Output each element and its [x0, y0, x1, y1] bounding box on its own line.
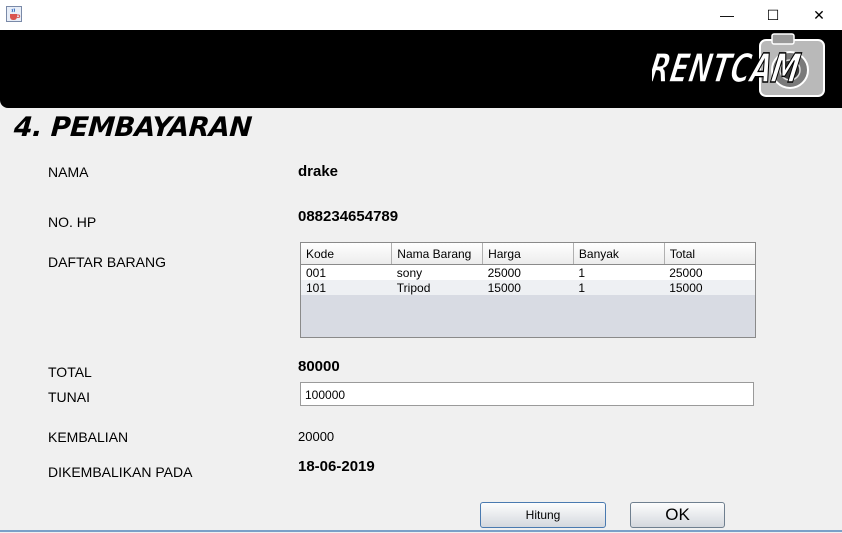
table-header-row: Kode Nama Barang Harga Banyak Total — [301, 243, 755, 265]
table-cell: 1 — [573, 280, 665, 295]
kembalian-label: KEMBALIAN — [48, 429, 129, 445]
column-header-nama-barang[interactable]: Nama Barang — [391, 243, 484, 265]
table-row[interactable]: 101 Tripod 15000 1 15000 — [301, 280, 755, 295]
table-cell: 001 — [301, 264, 392, 280]
column-header-banyak[interactable]: Banyak — [573, 243, 665, 265]
java-cup-icon — [6, 6, 22, 22]
column-header-harga[interactable]: Harga — [482, 243, 574, 265]
dikembalikan-label: DIKEMBALIKAN PADA — [48, 464, 193, 480]
hp-value: 088234654789 — [298, 208, 399, 225]
table-cell: 1 — [573, 264, 665, 280]
table-cell: 25000 — [664, 264, 755, 280]
close-button[interactable]: ✕ — [796, 0, 842, 30]
tunai-input[interactable]: 100000 — [300, 382, 754, 406]
svg-text:RENTCAM: RENTCAM — [652, 45, 804, 92]
table-cell: Tripod — [391, 280, 483, 295]
table-cell: 15000 — [664, 280, 755, 295]
hitung-button[interactable]: Hitung — [480, 502, 606, 528]
items-table[interactable]: Kode Nama Barang Harga Banyak Total 001 … — [300, 242, 756, 338]
minimize-button[interactable]: — — [704, 0, 750, 30]
table-row[interactable]: 001 sony 25000 1 25000 — [301, 264, 755, 280]
nama-value: drake — [298, 163, 339, 180]
header-banner: RENTCAM — [0, 30, 842, 108]
rentcam-logo: RENTCAM — [652, 33, 825, 97]
nama-label: NAMA — [48, 164, 89, 180]
kembalian-value: 20000 — [298, 429, 335, 444]
daftar-barang-label: DAFTAR BARANG — [48, 254, 166, 270]
dikembalikan-value: 18-06-2019 — [298, 458, 375, 475]
title-bar: — ☐ ✕ — [0, 0, 842, 30]
table-cell: 25000 — [482, 264, 574, 280]
page-title: 4. PEMBAYARAN — [12, 112, 253, 143]
window-bottom-border — [0, 530, 842, 532]
maximize-button[interactable]: ☐ — [750, 0, 796, 30]
hp-label: NO. HP — [48, 214, 97, 230]
total-value: 80000 — [298, 358, 340, 375]
total-label: TOTAL — [48, 364, 92, 380]
column-header-total[interactable]: Total — [664, 243, 755, 265]
table-cell: 15000 — [482, 280, 574, 295]
tunai-label: TUNAI — [48, 389, 90, 405]
ok-button[interactable]: OK — [630, 502, 725, 528]
table-cell: 101 — [301, 280, 392, 295]
column-header-kode[interactable]: Kode — [301, 243, 393, 265]
table-cell: sony — [391, 264, 483, 280]
